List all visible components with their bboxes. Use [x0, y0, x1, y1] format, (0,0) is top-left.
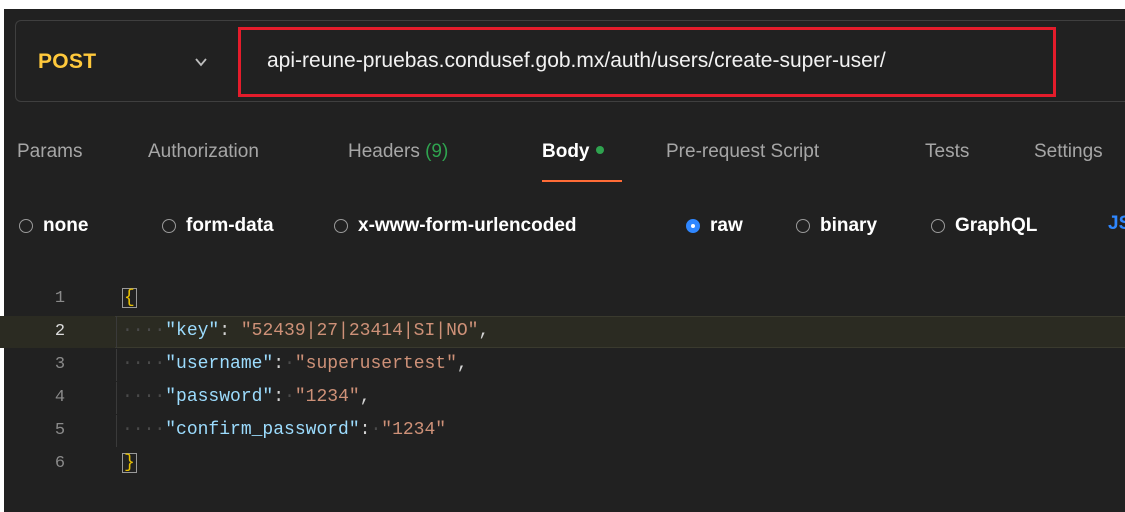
indent-guide — [116, 415, 117, 447]
code-line: 5 ····"confirm_password":·"1234" — [0, 415, 1125, 447]
json-key: "confirm_password" — [165, 420, 360, 440]
radio-graphql[interactable]: GraphQL — [931, 209, 1037, 243]
chevron-down-icon[interactable] — [194, 55, 208, 69]
json-value: "52439|27|23414|SI|NO" — [240, 321, 479, 341]
code-line: 6 } — [0, 448, 1125, 480]
tab-body[interactable]: Body — [542, 141, 604, 163]
line-number: 5 — [54, 421, 66, 440]
tab-authorization[interactable]: Authorization — [148, 141, 259, 163]
tab-tests[interactable]: Tests — [925, 141, 969, 163]
radio-none[interactable]: none — [19, 209, 88, 243]
radio-binary[interactable]: binary — [796, 209, 877, 243]
radio-circle-icon — [931, 219, 945, 233]
radio-circle-icon — [162, 219, 176, 233]
url-input[interactable]: api-reune-pruebas.condusef.gob.mx/auth/u… — [267, 49, 886, 73]
body-type-selector: none form-data x-www-form-urlencoded raw… — [0, 209, 1125, 243]
line-number: 6 — [54, 454, 66, 473]
raw-body-editor[interactable]: 1 { 2 ····"key": "52439|27|23414|SI|NO",… — [0, 283, 1125, 512]
json-key: "username" — [165, 354, 274, 374]
radio-raw[interactable]: raw — [686, 209, 743, 243]
body-type-overflow[interactable]: JS — [1108, 213, 1125, 235]
top-border — [0, 0, 1125, 9]
indent-guide — [116, 382, 117, 414]
radio-circle-icon — [796, 219, 810, 233]
radio-form-data[interactable]: form-data — [162, 209, 274, 243]
line-number: 3 — [54, 355, 66, 374]
indent-guide — [116, 316, 117, 348]
tab-params[interactable]: Params — [17, 141, 82, 163]
json-value: "1234" — [381, 420, 447, 440]
postman-request-screen: POST api-reune-pruebas.condusef.gob.mx/a… — [0, 0, 1125, 512]
radio-x-www-form-urlencoded[interactable]: x-www-form-urlencoded — [334, 209, 577, 243]
json-key: "key" — [165, 321, 220, 341]
request-bar: POST api-reune-pruebas.condusef.gob.mx/a… — [15, 20, 1125, 102]
tab-pre-request-script[interactable]: Pre-request Script — [666, 141, 819, 163]
code-line: 3 ····"username":·"superusertest", — [0, 349, 1125, 381]
radio-selected-icon — [686, 219, 700, 233]
line-number: 4 — [54, 388, 66, 407]
code-line-active: 2 ····"key": "52439|27|23414|SI|NO", — [0, 316, 1125, 348]
tab-headers[interactable]: Headers (9) — [348, 141, 448, 163]
line-number: 2 — [54, 322, 66, 341]
radio-circle-icon — [19, 219, 33, 233]
body-modified-dot — [595, 145, 604, 154]
tab-settings[interactable]: Settings — [1034, 141, 1103, 163]
url-highlight-box: api-reune-pruebas.condusef.gob.mx/auth/u… — [238, 27, 1056, 97]
code-line: 1 { — [0, 283, 1125, 315]
open-brace: { — [122, 288, 137, 308]
json-key: "password" — [165, 387, 274, 407]
headers-count-badge: (9) — [425, 141, 449, 162]
indent-guide — [116, 349, 117, 381]
active-tab-underline — [542, 180, 622, 182]
radio-circle-icon — [334, 219, 348, 233]
json-value: "superusertest" — [294, 354, 457, 374]
code-line: 4 ····"password":·"1234", — [0, 382, 1125, 414]
method-select[interactable]: POST — [38, 50, 96, 74]
json-value: "1234" — [294, 387, 360, 407]
line-number: 1 — [54, 289, 66, 308]
close-brace: } — [122, 453, 137, 473]
